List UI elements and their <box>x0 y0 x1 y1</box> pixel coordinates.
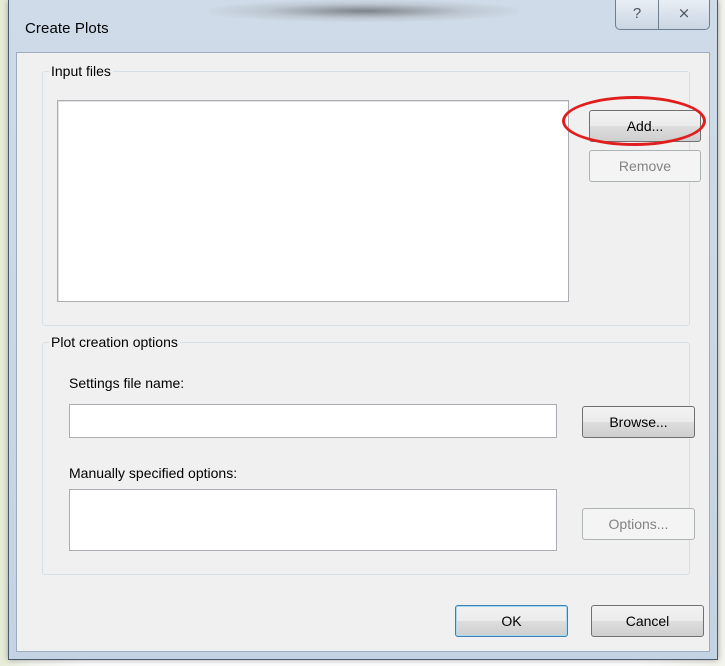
manual-options-field[interactable] <box>69 489 557 551</box>
settings-file-name-field[interactable] <box>69 404 557 438</box>
settings-file-name-label: Settings file name: <box>69 375 185 391</box>
help-icon: ? <box>632 5 642 22</box>
manual-options-label: Manually specified options: <box>69 465 238 481</box>
title-bar-shade <box>209 0 519 22</box>
help-button[interactable]: ? <box>615 0 659 30</box>
browse-button[interactable]: Browse... <box>582 406 695 438</box>
plot-creation-options-group-label: Plot creation options <box>49 333 180 351</box>
options-button[interactable]: Options... <box>582 508 695 540</box>
close-icon: ⨯ <box>677 5 691 22</box>
cancel-button[interactable]: Cancel <box>591 605 704 637</box>
remove-button[interactable]: Remove <box>589 150 701 182</box>
dialog-title: Create Plots <box>25 20 109 37</box>
ok-button[interactable]: OK <box>455 605 568 637</box>
title-bar[interactable]: Create Plots <box>9 0 717 52</box>
close-button[interactable]: ⨯ <box>658 0 710 30</box>
input-files-list[interactable] <box>57 100 569 302</box>
input-files-group-label: Input files <box>49 62 113 80</box>
add-button-highlight-circle <box>562 96 706 146</box>
